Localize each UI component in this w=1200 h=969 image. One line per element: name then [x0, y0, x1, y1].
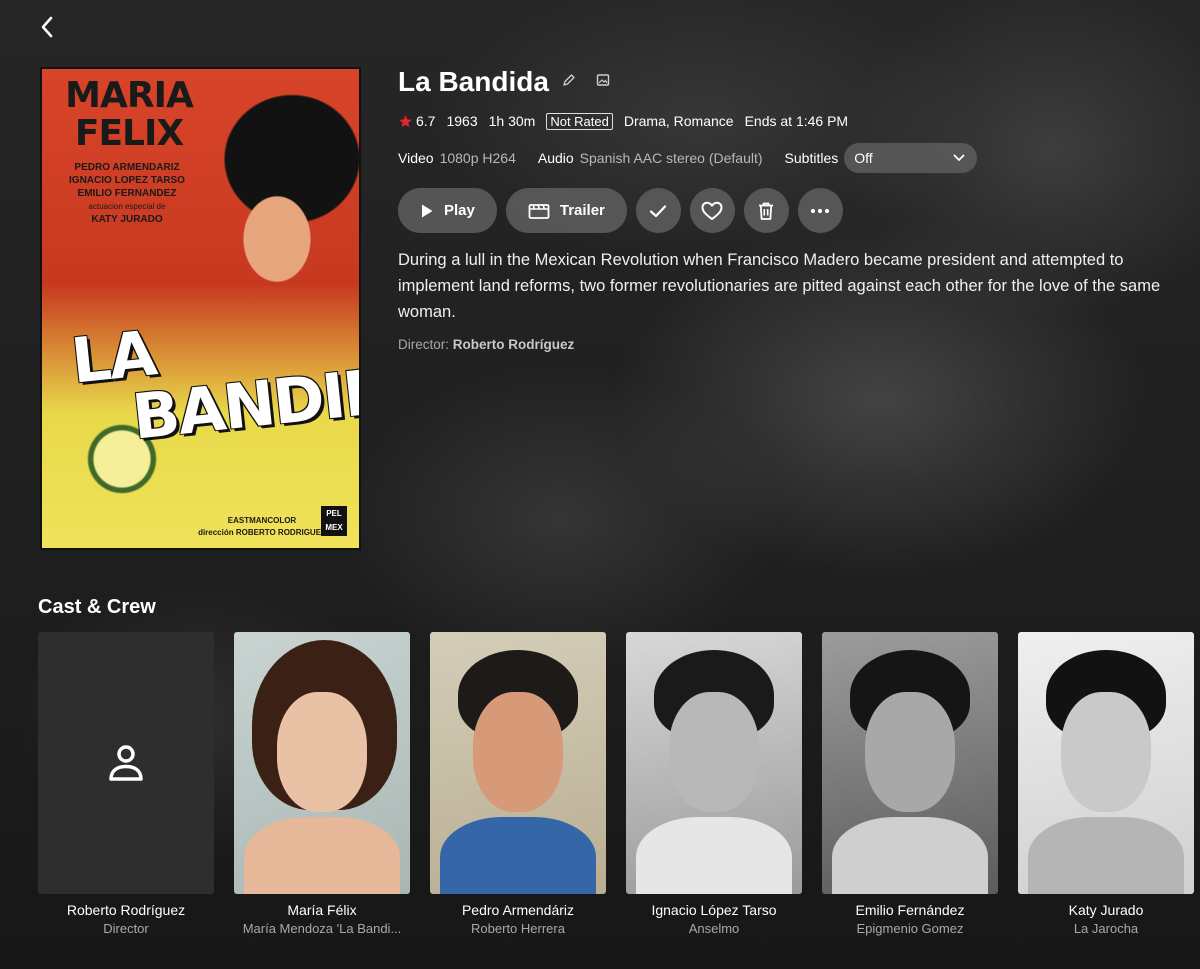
cast-photo	[626, 632, 802, 894]
favorite-button[interactable]	[689, 188, 735, 233]
poster-cast-list: PEDRO ARMENDARIZ IGNACIO LOPEZ TARSO EMI…	[52, 161, 202, 226]
chevron-down-icon	[953, 154, 965, 161]
cast-name: Emilio Fernández	[855, 902, 965, 918]
poster-studio-logo: PEL MEX	[321, 506, 347, 536]
more-options-button[interactable]	[797, 188, 843, 233]
poster-footer-line: dirección ROBERTO RODRIGUEZ	[198, 528, 326, 537]
cast-card[interactable]: María Félix María Mendoza 'La Bandi...	[234, 632, 410, 936]
rating-value: 6.7	[416, 113, 436, 129]
cast-role: Director	[103, 921, 149, 936]
cast-photo	[430, 632, 606, 894]
poster-star-name: MARIA FELIX	[65, 75, 194, 154]
audio-label: Audio	[537, 150, 574, 166]
community-rating: 6.7	[398, 113, 435, 129]
cast-section-title: Cast & Crew	[38, 596, 156, 618]
cast-role: Roberto Herrera	[471, 921, 565, 936]
star-icon	[399, 114, 412, 127]
heart-icon	[701, 201, 723, 220]
poster-cast-line: IGNACIO LOPEZ TARSO	[69, 175, 185, 186]
cast-photo-placeholder	[38, 632, 214, 894]
video-value: 1080p H264	[439, 150, 516, 166]
release-year: 1963	[446, 113, 478, 129]
cast-card[interactable]: Katy Jurado La Jarocha	[1018, 632, 1194, 936]
poster-title: LA BANDIDA	[68, 298, 359, 455]
movie-title: La Bandida	[398, 66, 549, 97]
movie-overview: During a lull in the Mexican Revolution …	[398, 251, 1161, 321]
cast-name: Pedro Armendáriz	[461, 902, 575, 918]
trash-icon	[759, 202, 774, 220]
cast-photo	[822, 632, 998, 894]
cast-role: La Jarocha	[1073, 921, 1139, 936]
cast-role: María Mendoza 'La Bandi...	[242, 921, 402, 936]
person-icon	[109, 745, 143, 781]
back-button[interactable]	[30, 10, 64, 44]
cast-name: Roberto Rodríguez	[66, 902, 186, 918]
cast-role: Epigmenio Gomez	[856, 921, 964, 936]
action-bar: Play Trailer	[398, 188, 843, 233]
poster-cast-line: PEDRO ARMENDARIZ	[74, 162, 180, 173]
poster-portrait	[207, 89, 359, 329]
mark-played-button[interactable]	[635, 188, 681, 233]
pencil-icon	[563, 74, 575, 86]
image-icon	[596, 74, 610, 86]
video-label: Video	[398, 150, 434, 166]
edit-images-button[interactable]	[595, 72, 611, 88]
subtitles-selected-value: Off	[854, 150, 873, 166]
end-time: Ends at 1:46 PM	[744, 113, 849, 129]
play-button[interactable]: Play	[398, 188, 497, 233]
director-line: Director: Roberto Rodríguez	[398, 337, 574, 352]
trailer-button-label: Trailer	[559, 202, 605, 219]
cast-photo	[234, 632, 410, 894]
poster-footer-line: EASTMANCOLOR	[227, 516, 297, 525]
cast-name: María Félix	[287, 902, 357, 918]
director-label: Director:	[398, 337, 450, 352]
genres: Drama, Romance	[623, 113, 734, 129]
delete-button[interactable]	[743, 188, 789, 233]
more-icon	[811, 208, 830, 213]
check-icon	[650, 204, 667, 217]
poster-cast-line: EMILIO FERNANDEZ	[77, 188, 177, 199]
play-button-label: Play	[444, 202, 475, 219]
poster-cast-line: KATY JURADO	[91, 214, 163, 225]
cast-photo	[1018, 632, 1194, 894]
poster-cast-line: actuacion especial de	[88, 202, 166, 211]
trailer-button[interactable]: Trailer	[505, 188, 627, 233]
poster-footer: EASTMANCOLOR dirección ROBERTO RODRIGUEZ	[192, 515, 332, 539]
content-rating-badge: Not Rated	[546, 112, 613, 130]
edit-button[interactable]	[561, 72, 577, 88]
cast-card[interactable]: Emilio Fernández Epigmenio Gomez	[822, 632, 998, 936]
movie-meta: 6.7 1963 1h 30m Not Rated Drama, Romance…	[398, 110, 859, 132]
cast-name: Ignacio López Tarso	[651, 902, 777, 918]
film-icon	[528, 203, 550, 219]
chevron-left-icon	[41, 16, 53, 38]
cast-list: Roberto Rodríguez Director María Félix M…	[38, 632, 1194, 936]
director-link[interactable]: Roberto Rodríguez	[453, 337, 575, 352]
movie-poster: MARIA FELIX PEDRO ARMENDARIZ IGNACIO LOP…	[40, 67, 361, 550]
audio-value: Spanish AAC stereo (Default)	[579, 150, 763, 166]
subtitles-label: Subtitles	[784, 150, 839, 166]
media-info: Video 1080p H264 Audio Spanish AAC stere…	[398, 143, 978, 173]
cast-card[interactable]: Ignacio López Tarso Anselmo	[626, 632, 802, 936]
cast-name: Katy Jurado	[1068, 902, 1144, 918]
runtime: 1h 30m	[488, 113, 536, 129]
subtitles-select[interactable]: Off	[844, 143, 978, 173]
cast-role: Anselmo	[688, 921, 740, 936]
play-icon	[422, 204, 433, 217]
cast-card[interactable]: Pedro Armendáriz Roberto Herrera	[430, 632, 606, 936]
cast-card[interactable]: Roberto Rodríguez Director	[38, 632, 214, 936]
